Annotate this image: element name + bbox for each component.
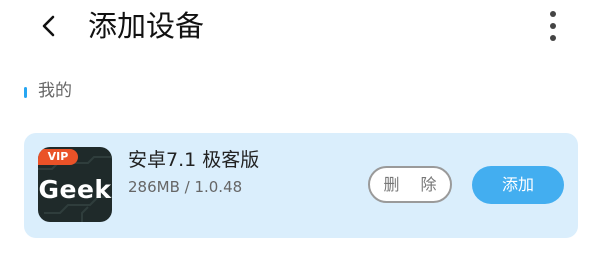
app-icon: VIP Geek: [38, 147, 112, 222]
page-title: 添加设备: [88, 9, 205, 43]
top-app-bar: 添加设备: [0, 0, 600, 56]
more-vertical-icon: [550, 11, 556, 41]
device-name: 安卓7.1 极客版: [128, 149, 260, 171]
vip-badge: VIP: [38, 149, 78, 165]
section-accent-bar: [24, 87, 27, 98]
device-meta: 286MB / 1.0.48: [128, 178, 243, 196]
app-icon-text: Geek: [38, 175, 112, 204]
more-options-button[interactable]: [538, 6, 568, 46]
back-button[interactable]: [32, 8, 68, 44]
delete-button[interactable]: 删 除: [368, 166, 452, 203]
add-button[interactable]: 添加: [472, 166, 564, 204]
chevron-left-icon: [42, 15, 55, 37]
device-card: VIP Geek 安卓7.1 极客版 286MB / 1.0.48 删 除 添加: [24, 133, 578, 238]
section-label: 我的: [38, 81, 72, 101]
